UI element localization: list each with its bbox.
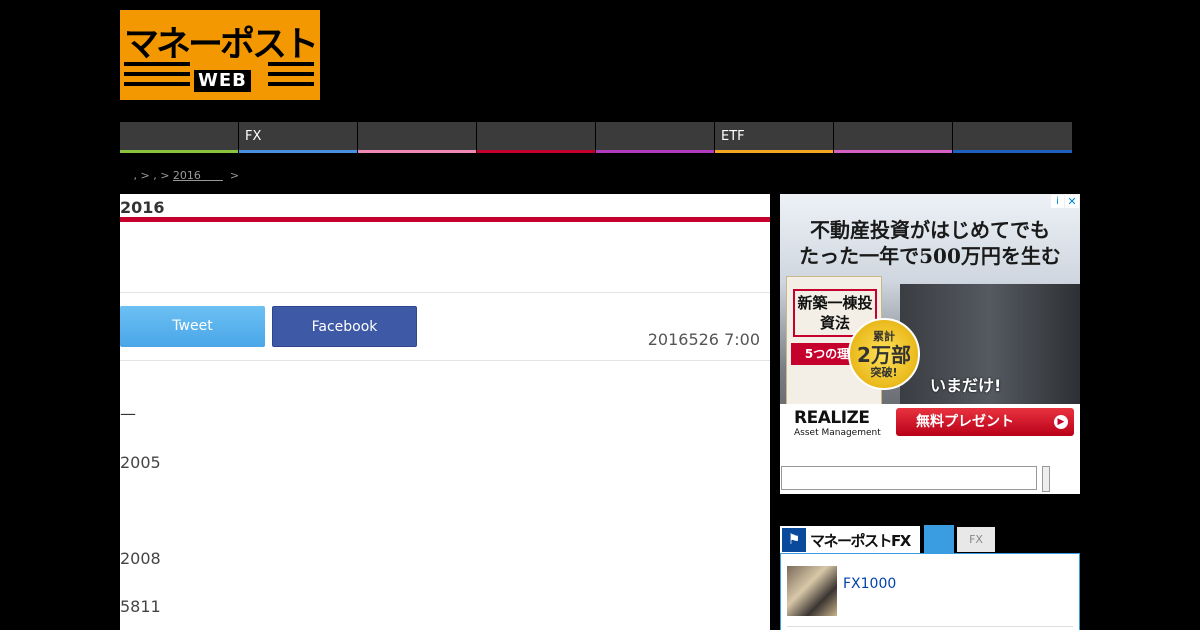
ad-headline-2: たった一年で500万円を生む	[799, 244, 1061, 268]
nav-item-1[interactable]	[120, 122, 239, 153]
logo-stripe	[268, 82, 314, 86]
sidebar-ad[interactable]: 不動産投資がはじめてでも たった一年で500万円を生む 新築一棟投資法 5つの理…	[780, 194, 1080, 444]
nav-item-7[interactable]	[834, 122, 953, 153]
tab-fx[interactable]: FX	[957, 527, 995, 552]
breadcrumb-link-2016[interactable]: 2016	[173, 169, 223, 182]
ad-brand-sub: Asset Management	[794, 428, 881, 438]
logo-stripe	[268, 62, 314, 66]
ad-now-text: いまだけ!	[930, 376, 1002, 395]
logo-web: WEB	[194, 70, 251, 92]
fx-item-thumbnail[interactable]	[787, 566, 837, 616]
fx-item-title[interactable]: FX1000	[843, 576, 896, 592]
nav-item-4[interactable]	[477, 122, 596, 153]
publish-date: 2016526 7:00	[647, 330, 760, 349]
fx-widget-tabs: ⚑ マネーポストFX FX	[780, 522, 1080, 554]
fx-widget-panel: FX1000	[780, 553, 1080, 630]
tweet-button[interactable]: Tweet	[120, 306, 265, 347]
chevron-right-icon: ▶	[1054, 415, 1068, 429]
logo-text: マネーポスト	[124, 25, 319, 65]
article-dash: —	[120, 404, 136, 423]
ad-cta-button[interactable]: 無料プレゼント ▶	[896, 408, 1074, 436]
logo-stripe	[268, 72, 314, 76]
article-line-3: 5811	[120, 597, 161, 616]
search-input[interactable]	[781, 466, 1037, 490]
nav-item-8[interactable]	[953, 122, 1072, 153]
breadcrumb: , > , > 2016 >	[130, 167, 239, 183]
breadcrumb-prefix: , > , >	[130, 169, 173, 182]
page-title: 2016	[120, 194, 770, 222]
article-main: 2016 Tweet Facebook 2016526 7:00 — 2005 …	[120, 194, 770, 630]
logo-stripe	[124, 72, 190, 76]
nav-item-5[interactable]	[596, 122, 715, 153]
thumbs-up-icon: ⚑	[782, 528, 806, 552]
article-line-2: 2008	[120, 549, 161, 568]
ad-cta-label: 無料プレゼント	[916, 414, 1014, 430]
divider	[787, 626, 1073, 627]
close-icon[interactable]: ✕	[1065, 195, 1079, 208]
main-nav: FX ETF	[120, 122, 1073, 157]
ad-badge: 累計 2万部 突破!	[848, 318, 920, 390]
ad-brand: REALIZE	[794, 408, 870, 428]
article-line-1: 2005	[120, 453, 161, 472]
tab-active[interactable]	[924, 525, 954, 554]
ad-headline-1: 不動産投資がはじめてでも	[810, 218, 1050, 242]
logo-stripe	[124, 82, 190, 86]
site-logo[interactable]: マネーポスト WEB	[120, 10, 320, 100]
logo-stripe	[124, 62, 190, 66]
fx-widget-logo[interactable]: ⚑ マネーポストFX	[780, 526, 920, 554]
search-panel	[780, 444, 1080, 494]
ad-bottom-bar: REALIZE Asset Management 無料プレゼント ▶	[780, 404, 1080, 444]
ad-info-icon[interactable]: i	[1051, 195, 1064, 208]
facebook-share-button[interactable]: Facebook	[272, 306, 417, 347]
breadcrumb-suffix: >	[222, 169, 240, 182]
nav-item-etf[interactable]: ETF	[715, 122, 834, 153]
fx-logo-text: マネーポストFX	[810, 532, 911, 550]
nav-item-fx[interactable]: FX	[239, 122, 358, 153]
search-button[interactable]	[1042, 466, 1050, 492]
ad-badge-big: 2万部	[857, 343, 911, 367]
nav-item-3[interactable]	[358, 122, 477, 153]
divider	[120, 292, 770, 293]
divider	[120, 360, 770, 361]
